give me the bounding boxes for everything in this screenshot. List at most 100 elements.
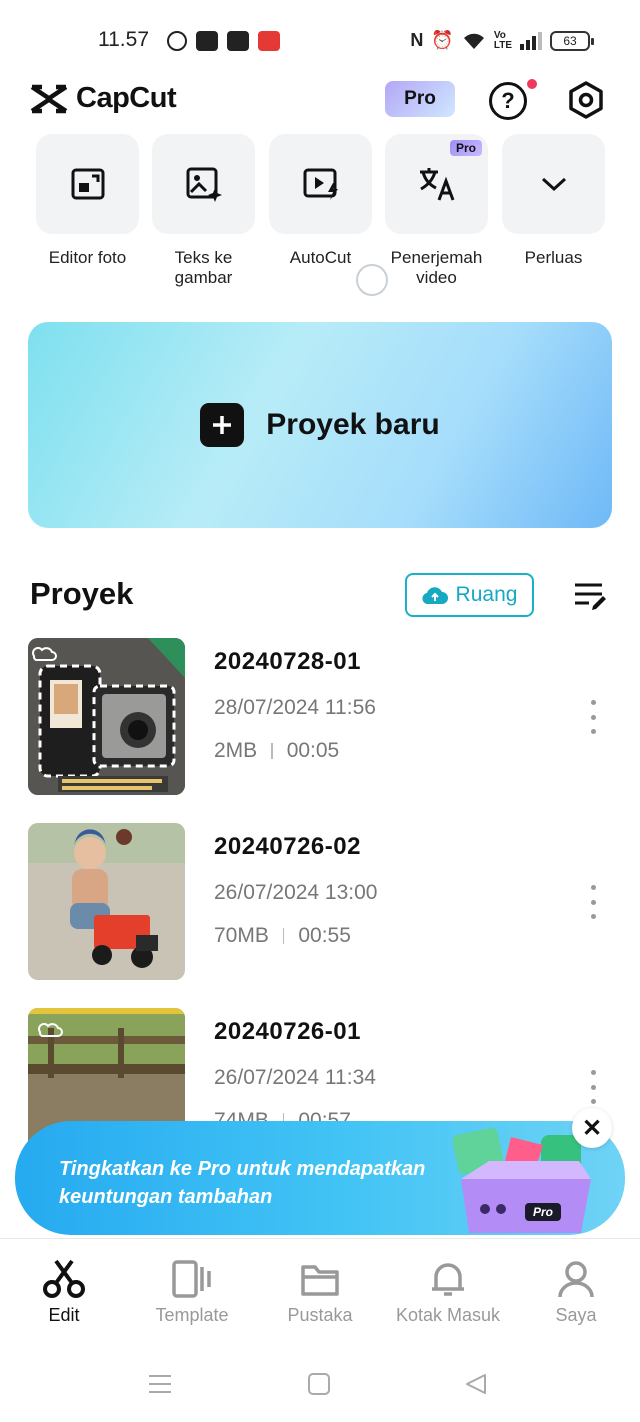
- nav-label: Edit: [48, 1305, 80, 1325]
- settings-hexagon-icon[interactable]: [566, 80, 606, 120]
- cloud-space-button[interactable]: Ruang: [405, 573, 534, 617]
- home-square-icon[interactable]: [307, 1372, 331, 1396]
- separator: [282, 928, 285, 944]
- promo-line-2: keuntungan tambahan: [59, 1186, 273, 1208]
- user-icon: [558, 1261, 594, 1298]
- sort-list-icon[interactable]: [572, 579, 608, 611]
- new-project-label: Proyek baru: [266, 408, 440, 441]
- project-thumbnail-image: [28, 823, 185, 980]
- recents-menu-icon[interactable]: [147, 1373, 173, 1395]
- tool-label: Perluas: [524, 248, 583, 267]
- project-item[interactable]: 20240728-01 28/07/2024 11:56 2MB 00:05: [28, 638, 640, 796]
- promo-line-1: Tingkatkan ke Pro untuk mendapatkan: [59, 1158, 426, 1180]
- project-meta: 2MB 00:05: [214, 739, 339, 763]
- close-banner-button[interactable]: ✕: [572, 1108, 612, 1148]
- project-date: 26/07/2024 11:34: [214, 1066, 376, 1089]
- tool-perluas[interactable]: Perluas: [502, 134, 605, 268]
- tool-label: AutoCut: [289, 248, 352, 267]
- autocut-icon: [303, 168, 338, 200]
- close-icon: ✕: [581, 1114, 603, 1142]
- nav-saya[interactable]: Saya: [512, 1259, 640, 1326]
- project-size: 70MB: [214, 924, 269, 947]
- app-notification-icon: [196, 31, 218, 51]
- project-duration: 00:55: [298, 924, 351, 947]
- signal-icon: [520, 31, 542, 50]
- help-button[interactable]: ?: [489, 82, 527, 120]
- nav-edit[interactable]: Edit: [0, 1259, 128, 1326]
- system-status-icons: N ⏰ Vo LTE 63: [410, 29, 594, 51]
- project-date: 28/07/2024 11:56: [214, 696, 376, 719]
- tool-icon-box: [152, 134, 255, 234]
- more-options-icon[interactable]: [586, 700, 600, 734]
- tool-label: Teks ke gambar: [174, 248, 233, 287]
- nav-label: Pustaka: [287, 1305, 353, 1325]
- nav-label: Saya: [555, 1305, 597, 1325]
- tool-editor-foto[interactable]: Editor foto: [36, 134, 139, 268]
- nav-label: Kotak Masuk: [395, 1305, 501, 1325]
- more-options-icon[interactable]: [586, 885, 600, 919]
- template-icon: [172, 1260, 211, 1298]
- tool-icon-box: [502, 134, 605, 234]
- pro-tag: Pro: [449, 140, 482, 156]
- promo-text: Tingkatkan ke Pro untuk mendapatkan keun…: [59, 1155, 425, 1211]
- app-name: CapCut: [76, 82, 177, 114]
- battery-indicator: 63: [550, 30, 594, 51]
- project-date: 26/07/2024 13:00: [214, 881, 378, 904]
- wifi-icon: [463, 33, 484, 49]
- nfc-icon: N: [410, 30, 424, 50]
- scissors-icon: [43, 1259, 85, 1298]
- tool-shortcuts: Editor foto Teks ke gambar AutoCut Pro P…: [36, 134, 640, 294]
- bottom-navigation: Edit Template Pustaka Kotak Masuk Saya: [0, 1238, 640, 1344]
- touch-indicator: [356, 264, 388, 296]
- cloud-space-label: Ruang: [455, 583, 518, 606]
- translate-icon: [419, 168, 454, 201]
- bell-icon: [432, 1263, 464, 1296]
- question-mark-icon: ?: [501, 88, 515, 113]
- project-thumbnail-image: [28, 638, 185, 795]
- text-to-image-icon: [186, 167, 222, 202]
- folder-icon: [301, 1265, 339, 1296]
- project-name: 20240728-01: [214, 648, 361, 675]
- nav-label: Template: [155, 1305, 229, 1325]
- chevron-down-icon: [541, 177, 566, 192]
- system-navigation-bar: [0, 1344, 640, 1422]
- projects-title: Proyek: [30, 576, 134, 611]
- whatsapp-icon: [167, 31, 187, 51]
- tool-label: Penerjemah video: [390, 248, 483, 287]
- capcut-logo-icon: [30, 84, 68, 113]
- youtube-red-icon: [258, 31, 280, 51]
- plus-icon: [200, 403, 245, 447]
- project-item[interactable]: 20240726-02 26/07/2024 13:00 70MB 00:55: [28, 823, 640, 981]
- nav-template[interactable]: Template: [128, 1259, 256, 1326]
- project-thumbnail: [28, 823, 185, 980]
- project-thumbnail: [28, 638, 185, 795]
- volte-icon: Vo LTE: [493, 29, 512, 51]
- more-options-icon[interactable]: [586, 1070, 600, 1104]
- project-duration: 00:05: [286, 739, 340, 762]
- notification-icons: [167, 31, 280, 51]
- capcut-logo: CapCut: [30, 82, 177, 115]
- project-meta: 70MB 00:55: [214, 924, 351, 948]
- nav-pustaka[interactable]: Pustaka: [256, 1259, 384, 1326]
- tool-penerjemah-video[interactable]: Pro Penerjemah video: [385, 134, 488, 288]
- promo-pro-tag: Pro: [533, 1205, 553, 1219]
- alarm-icon: ⏰: [431, 30, 454, 50]
- nav-kotak-masuk[interactable]: Kotak Masuk: [384, 1259, 512, 1326]
- youtube-icon: [227, 31, 249, 51]
- tool-icon-box: [269, 134, 372, 234]
- tool-label: Editor foto: [48, 248, 127, 267]
- project-size: 2MB: [214, 739, 258, 762]
- tool-autocut[interactable]: AutoCut: [269, 134, 372, 268]
- new-project-button[interactable]: Proyek baru: [28, 322, 612, 528]
- cloud-upload-icon: [421, 587, 448, 605]
- project-name: 20240726-01: [214, 1018, 361, 1045]
- upgrade-pro-banner[interactable]: Tingkatkan ke Pro untuk mendapatkan keun…: [15, 1121, 625, 1235]
- notification-dot: [527, 79, 537, 89]
- pro-button[interactable]: Pro: [385, 81, 455, 117]
- tool-icon-box: Pro: [385, 134, 488, 234]
- tool-teks-ke-gambar[interactable]: Teks ke gambar: [152, 134, 255, 288]
- project-name: 20240726-02: [214, 833, 361, 860]
- back-triangle-icon[interactable]: [464, 1372, 488, 1396]
- separator: [271, 743, 273, 759]
- status-bar: 11.57 N ⏰ Vo LTE 63: [0, 0, 640, 80]
